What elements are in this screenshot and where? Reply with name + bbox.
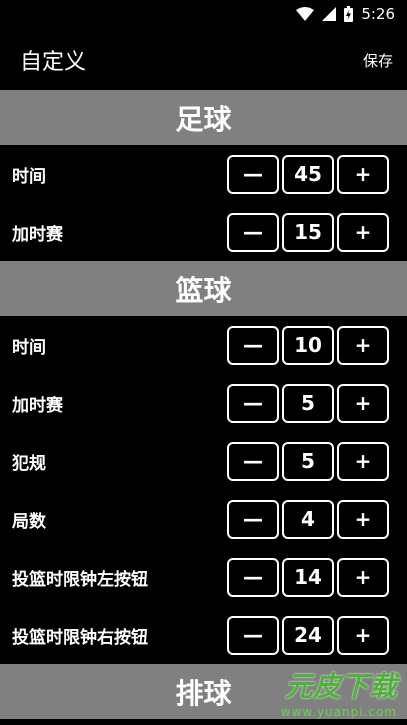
save-button[interactable]: 保存 [363,50,393,71]
status-time: 5:26 [361,5,395,23]
value-stepper: —5 + [227,441,389,481]
decrement-button[interactable]: — [227,325,279,365]
stepper-value: 45 [282,154,334,194]
watermark-logo: 元皮下载 [284,670,397,703]
increment-button[interactable]: + [337,154,389,194]
setting-label: 局数 [12,511,46,532]
setting-row: 加时赛 —15 + [0,203,407,261]
increment-button[interactable]: + [337,441,389,481]
increment-button[interactable]: + [337,325,389,365]
setting-label: 时间 [12,337,46,358]
status-icons: 5:26 [296,5,395,23]
stepper-value: 10 [282,325,334,365]
decrement-button[interactable]: — [227,383,279,423]
stepper-value: 24 [282,615,334,655]
app-bar: 自定义 保存 [0,30,407,90]
stepper-value: 5 [282,441,334,481]
setting-label: 时间 [12,166,46,187]
setting-row: 投篮时限钟右按钮 —24 + [0,606,407,664]
increment-button[interactable]: + [337,499,389,539]
decrement-button[interactable]: — [227,441,279,481]
increment-button[interactable]: + [337,212,389,252]
value-stepper: —4 + [227,499,389,539]
value-stepper: —10 + [227,325,389,365]
value-stepper: —24 + [227,615,389,655]
setting-row: 加时赛 —5 + [0,374,407,432]
setting-label: 加时赛 [12,395,63,416]
signal-icon [322,7,337,21]
setting-row: 投篮时限钟左按钮 —14 + [0,548,407,606]
stepper-value: 5 [282,383,334,423]
section-header: 篮球 [0,261,407,316]
setting-row: 局数 —4 + [0,490,407,548]
setting-label: 投篮时限钟左按钮 [12,569,148,590]
decrement-button[interactable]: — [227,212,279,252]
value-stepper: —45 + [227,154,389,194]
value-stepper: —14 + [227,557,389,597]
page-title: 自定义 [20,50,87,75]
status-bar: 5:26 [0,0,407,30]
setting-label: 投篮时限钟右按钮 [12,627,148,648]
setting-label: 加时赛 [12,224,63,245]
stepper-value: 15 [282,212,334,252]
decrement-button[interactable]: — [227,557,279,597]
setting-row: 时间 —45 + [0,145,407,203]
settings-list: 足球 时间 —45 + 加时赛 —15 + 篮球 时间 —10 + 加时赛 —5 + 犯规 —5 + 局数 —4 + 投… [0,90,407,719]
value-stepper: —5 + [227,383,389,423]
battery-charging-icon [344,6,354,22]
setting-row: 犯规 —5 + [0,432,407,490]
wifi-icon [296,7,315,21]
setting-row: 时间 —10 + [0,316,407,374]
watermark-url: www.yuanpi.com [280,705,397,719]
watermark: 元皮下载 www.yuanpi.com [281,665,397,719]
section-header: 足球 [0,90,407,145]
value-stepper: —15 + [227,212,389,252]
increment-button[interactable]: + [337,383,389,423]
increment-button[interactable]: + [337,557,389,597]
setting-label: 犯规 [12,453,46,474]
decrement-button[interactable]: — [227,499,279,539]
decrement-button[interactable]: — [227,615,279,655]
stepper-value: 14 [282,557,334,597]
decrement-button[interactable]: — [227,154,279,194]
increment-button[interactable]: + [337,615,389,655]
stepper-value: 4 [282,499,334,539]
